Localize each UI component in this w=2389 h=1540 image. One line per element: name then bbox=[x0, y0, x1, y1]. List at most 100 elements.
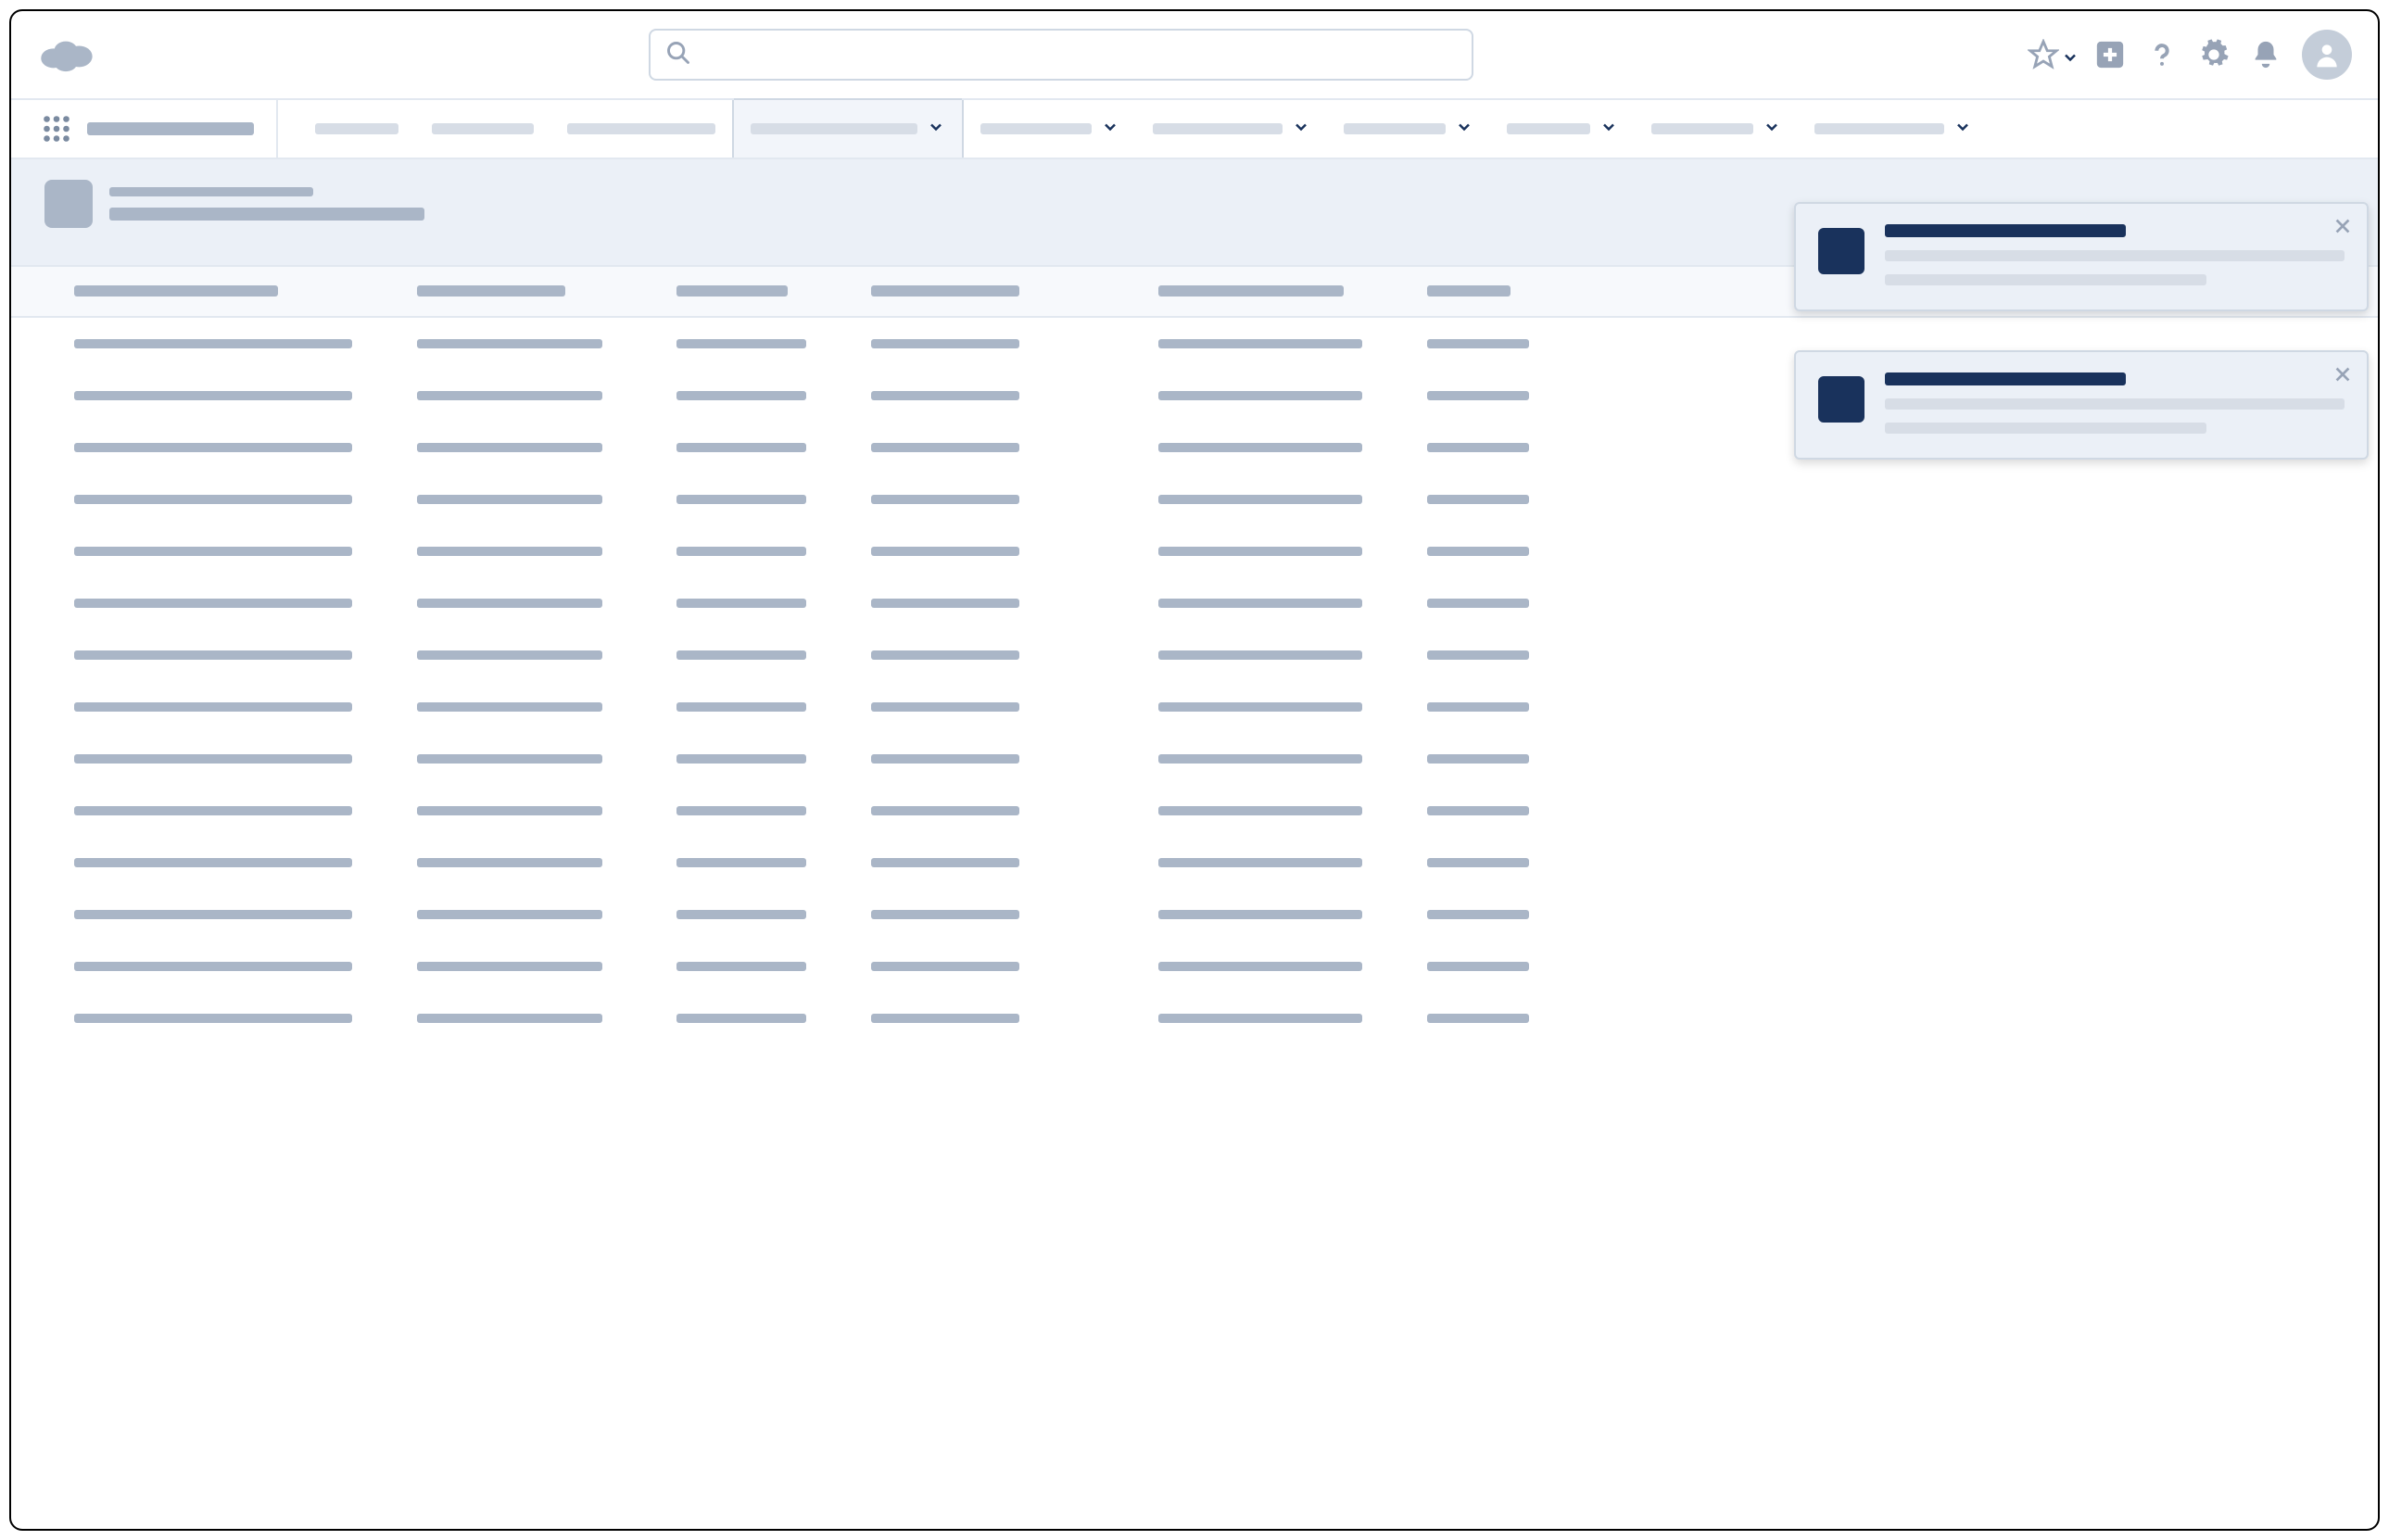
cell bbox=[871, 702, 1019, 712]
toast-container bbox=[1794, 202, 2369, 460]
toast-title bbox=[1885, 372, 2126, 385]
table-row[interactable] bbox=[11, 576, 2378, 628]
toast bbox=[1794, 202, 2369, 311]
col-header[interactable] bbox=[871, 285, 1019, 297]
table-row[interactable] bbox=[11, 991, 2378, 1043]
cell bbox=[871, 495, 1019, 504]
nav-item-9[interactable] bbox=[1798, 100, 1989, 158]
nav-item-label bbox=[1153, 123, 1283, 134]
cell bbox=[417, 599, 602, 608]
table-row[interactable] bbox=[11, 732, 2378, 784]
cell bbox=[417, 858, 602, 867]
nav-item-label bbox=[567, 123, 715, 134]
cell bbox=[1427, 495, 1529, 504]
cell bbox=[74, 443, 352, 452]
table-row[interactable] bbox=[11, 473, 2378, 524]
cell bbox=[676, 391, 806, 400]
global-search-wrap bbox=[113, 29, 2009, 81]
cell bbox=[871, 910, 1019, 919]
cell bbox=[1427, 443, 1529, 452]
col-header[interactable] bbox=[74, 285, 278, 297]
cell bbox=[871, 754, 1019, 764]
app-frame bbox=[9, 9, 2380, 1531]
gear-icon[interactable] bbox=[2198, 39, 2230, 70]
cell bbox=[417, 962, 602, 971]
cell bbox=[1158, 495, 1362, 504]
cell bbox=[871, 547, 1019, 556]
list-view-name[interactable] bbox=[109, 208, 424, 221]
cell bbox=[417, 391, 602, 400]
cell bbox=[1427, 754, 1529, 764]
cell bbox=[676, 806, 806, 815]
cell bbox=[417, 650, 602, 660]
cell bbox=[1427, 910, 1529, 919]
global-search[interactable] bbox=[649, 29, 1473, 81]
global-search-input[interactable] bbox=[701, 42, 1457, 68]
chevron-down-icon bbox=[1292, 118, 1310, 140]
cell bbox=[1427, 547, 1529, 556]
chevron-down-icon bbox=[2061, 48, 2074, 61]
cell bbox=[1427, 391, 1529, 400]
nav-item-label bbox=[1814, 123, 1944, 134]
table-row[interactable] bbox=[11, 524, 2378, 576]
cell bbox=[1158, 391, 1362, 400]
nav-item-7[interactable] bbox=[1490, 100, 1635, 158]
close-icon[interactable] bbox=[2330, 213, 2356, 239]
nav-item-label bbox=[315, 123, 398, 134]
cell bbox=[871, 962, 1019, 971]
table-row[interactable] bbox=[11, 628, 2378, 680]
cell bbox=[1427, 650, 1529, 660]
cell bbox=[74, 858, 352, 867]
nav-item-8[interactable] bbox=[1635, 100, 1798, 158]
cell bbox=[74, 806, 352, 815]
cell bbox=[74, 702, 352, 712]
col-header[interactable] bbox=[676, 285, 788, 297]
close-icon[interactable] bbox=[2330, 361, 2356, 387]
chevron-down-icon bbox=[1953, 118, 1972, 140]
col-header[interactable] bbox=[1158, 285, 1344, 297]
table-row[interactable] bbox=[11, 888, 2378, 940]
cell bbox=[676, 599, 806, 608]
table-row[interactable] bbox=[11, 680, 2378, 732]
cell bbox=[676, 339, 806, 348]
chevron-down-icon bbox=[1455, 118, 1473, 140]
nav-item-3[interactable] bbox=[732, 100, 964, 158]
nav-item-label bbox=[432, 123, 534, 134]
cell bbox=[417, 910, 602, 919]
app-launcher-icon[interactable] bbox=[37, 100, 76, 158]
cell bbox=[1427, 702, 1529, 712]
user-avatar[interactable] bbox=[2302, 30, 2352, 80]
table-row[interactable] bbox=[11, 836, 2378, 888]
cell bbox=[1158, 1014, 1362, 1023]
nav-item-1[interactable] bbox=[415, 100, 550, 158]
header-actions bbox=[2028, 30, 2352, 80]
nav-item-0[interactable] bbox=[298, 100, 415, 158]
cell bbox=[1158, 962, 1362, 971]
cell bbox=[871, 1014, 1019, 1023]
add-icon[interactable] bbox=[2094, 39, 2126, 70]
nav-item-5[interactable] bbox=[1136, 100, 1327, 158]
cell bbox=[74, 599, 352, 608]
favorites-button[interactable] bbox=[2028, 39, 2074, 70]
nav-item-4[interactable] bbox=[964, 100, 1136, 158]
nav-item-6[interactable] bbox=[1327, 100, 1490, 158]
toast-line bbox=[1885, 398, 2345, 410]
cell bbox=[74, 650, 352, 660]
table-row[interactable] bbox=[11, 940, 2378, 991]
cell bbox=[1158, 547, 1362, 556]
cell bbox=[1158, 702, 1362, 712]
help-icon[interactable] bbox=[2146, 39, 2178, 70]
col-header[interactable] bbox=[1427, 285, 1511, 297]
nav-item-label bbox=[751, 123, 917, 134]
table-row[interactable] bbox=[11, 784, 2378, 836]
nav-item-label bbox=[980, 123, 1092, 134]
nav-item-2[interactable] bbox=[550, 100, 732, 158]
toast-icon bbox=[1818, 228, 1864, 274]
col-header[interactable] bbox=[417, 285, 565, 297]
bell-icon[interactable] bbox=[2250, 39, 2282, 70]
cell bbox=[871, 599, 1019, 608]
cell bbox=[417, 443, 602, 452]
cell bbox=[417, 754, 602, 764]
object-label bbox=[109, 187, 313, 196]
cell bbox=[1427, 339, 1529, 348]
